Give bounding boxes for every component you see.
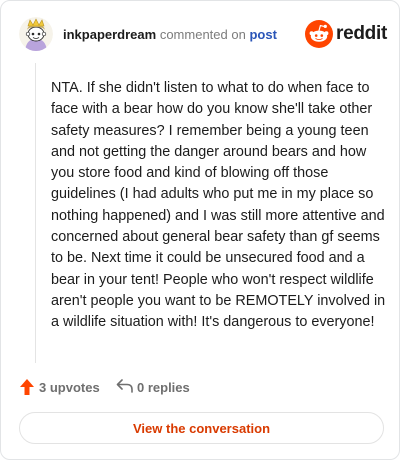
reddit-wordmark: reddit [336,23,387,44]
comment-embed-card: inkpaperdream commented on post reddit N… [0,0,400,460]
upvote-arrow-icon [20,379,34,395]
comment-body: NTA. If she didn't listen to what to do … [51,80,386,331]
reply-arrow-icon [116,379,133,393]
commented-on-text: commented on [159,27,246,42]
comment-header: inkpaperdream commented on post reddit [19,17,387,51]
thread-line [35,63,36,363]
post-link[interactable]: post [249,27,276,42]
username-link[interactable]: inkpaperdream [63,27,156,42]
view-conversation-label: View the conversation [132,421,271,436]
view-conversation-button[interactable]: View the conversation [19,412,384,444]
snoo-avatar-icon[interactable] [19,17,53,51]
reddit-brand[interactable]: reddit [305,19,387,49]
replies-button[interactable]: 0 replies [116,377,216,397]
reddit-alien-icon [305,20,333,48]
replies-count: 0 replies [137,380,190,395]
upvotes-count: 3 upvotes [39,380,100,395]
comment-actions: 3 upvotes 0 replies [19,377,379,397]
upvote-button[interactable]: 3 upvotes [19,377,109,397]
comment-byline: inkpaperdream commented on post [63,27,277,42]
